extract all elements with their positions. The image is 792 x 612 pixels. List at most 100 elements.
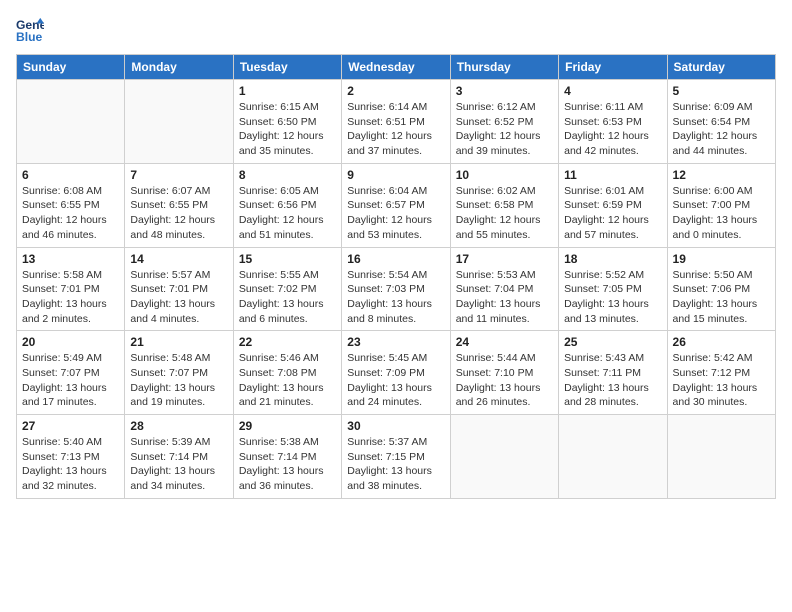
day-number: 23 bbox=[347, 335, 444, 349]
calendar-cell: 21 Sunrise: 5:48 AM Sunset: 7:07 PM Dayli… bbox=[125, 331, 233, 415]
logo-icon: General Blue bbox=[16, 16, 44, 44]
calendar-cell: 24 Sunrise: 5:44 AM Sunset: 7:10 PM Dayli… bbox=[450, 331, 558, 415]
day-detail: Sunrise: 5:48 AM Sunset: 7:07 PM Dayligh… bbox=[130, 351, 227, 410]
day-number: 20 bbox=[22, 335, 119, 349]
day-number: 1 bbox=[239, 84, 336, 98]
calendar-cell bbox=[450, 415, 558, 499]
day-detail: Sunrise: 6:12 AM Sunset: 6:52 PM Dayligh… bbox=[456, 100, 553, 159]
calendar-cell: 18 Sunrise: 5:52 AM Sunset: 7:05 PM Dayli… bbox=[559, 247, 667, 331]
calendar: SundayMondayTuesdayWednesdayThursdayFrid… bbox=[16, 54, 776, 499]
calendar-cell bbox=[667, 415, 775, 499]
day-detail: Sunrise: 5:40 AM Sunset: 7:13 PM Dayligh… bbox=[22, 435, 119, 494]
day-detail: Sunrise: 6:01 AM Sunset: 6:59 PM Dayligh… bbox=[564, 184, 661, 243]
calendar-cell: 30 Sunrise: 5:37 AM Sunset: 7:15 PM Dayli… bbox=[342, 415, 450, 499]
calendar-cell: 17 Sunrise: 5:53 AM Sunset: 7:04 PM Dayli… bbox=[450, 247, 558, 331]
calendar-cell: 11 Sunrise: 6:01 AM Sunset: 6:59 PM Dayli… bbox=[559, 163, 667, 247]
day-detail: Sunrise: 6:02 AM Sunset: 6:58 PM Dayligh… bbox=[456, 184, 553, 243]
day-detail: Sunrise: 6:04 AM Sunset: 6:57 PM Dayligh… bbox=[347, 184, 444, 243]
calendar-week-2: 6 Sunrise: 6:08 AM Sunset: 6:55 PM Daylig… bbox=[17, 163, 776, 247]
day-detail: Sunrise: 6:14 AM Sunset: 6:51 PM Dayligh… bbox=[347, 100, 444, 159]
day-detail: Sunrise: 5:55 AM Sunset: 7:02 PM Dayligh… bbox=[239, 268, 336, 327]
day-number: 16 bbox=[347, 252, 444, 266]
calendar-cell bbox=[559, 415, 667, 499]
header: General Blue bbox=[16, 16, 776, 44]
calendar-cell: 2 Sunrise: 6:14 AM Sunset: 6:51 PM Daylig… bbox=[342, 80, 450, 164]
calendar-cell: 16Sunrise: 5:54 AM Sunset: 7:03 PM Dayli… bbox=[342, 247, 450, 331]
day-detail: Sunrise: 5:43 AM Sunset: 7:11 PM Dayligh… bbox=[564, 351, 661, 410]
day-detail: Sunrise: 6:09 AM Sunset: 6:54 PM Dayligh… bbox=[673, 100, 770, 159]
calendar-cell: 1 Sunrise: 6:15 AM Sunset: 6:50 PM Daylig… bbox=[233, 80, 341, 164]
day-detail: Sunrise: 5:37 AM Sunset: 7:15 PM Dayligh… bbox=[347, 435, 444, 494]
calendar-cell bbox=[125, 80, 233, 164]
calendar-cell: 20 Sunrise: 5:49 AM Sunset: 7:07 PM Dayli… bbox=[17, 331, 125, 415]
calendar-cell: 13Sunrise: 5:58 AM Sunset: 7:01 PM Dayli… bbox=[17, 247, 125, 331]
calendar-cell: 5Sunrise: 6:09 AM Sunset: 6:54 PM Daylig… bbox=[667, 80, 775, 164]
header-sunday: Sunday bbox=[17, 55, 125, 80]
day-number: 19 bbox=[673, 252, 770, 266]
day-number: 29 bbox=[239, 419, 336, 433]
day-number: 27 bbox=[22, 419, 119, 433]
header-wednesday: Wednesday bbox=[342, 55, 450, 80]
day-number: 11 bbox=[564, 168, 661, 182]
calendar-cell: 25Sunrise: 5:43 AM Sunset: 7:11 PM Dayli… bbox=[559, 331, 667, 415]
logo: General Blue bbox=[16, 16, 48, 44]
calendar-cell: 15 Sunrise: 5:55 AM Sunset: 7:02 PM Dayli… bbox=[233, 247, 341, 331]
day-detail: Sunrise: 5:46 AM Sunset: 7:08 PM Dayligh… bbox=[239, 351, 336, 410]
calendar-cell: 26 Sunrise: 5:42 AM Sunset: 7:12 PM Dayli… bbox=[667, 331, 775, 415]
day-detail: Sunrise: 5:39 AM Sunset: 7:14 PM Dayligh… bbox=[130, 435, 227, 494]
header-friday: Friday bbox=[559, 55, 667, 80]
calendar-cell: 9 Sunrise: 6:04 AM Sunset: 6:57 PM Daylig… bbox=[342, 163, 450, 247]
day-number: 17 bbox=[456, 252, 553, 266]
day-detail: Sunrise: 5:53 AM Sunset: 7:04 PM Dayligh… bbox=[456, 268, 553, 327]
calendar-cell bbox=[17, 80, 125, 164]
day-detail: Sunrise: 5:58 AM Sunset: 7:01 PM Dayligh… bbox=[22, 268, 119, 327]
day-number: 3 bbox=[456, 84, 553, 98]
calendar-cell: 27 Sunrise: 5:40 AM Sunset: 7:13 PM Dayli… bbox=[17, 415, 125, 499]
day-number: 14 bbox=[130, 252, 227, 266]
calendar-cell: 6 Sunrise: 6:08 AM Sunset: 6:55 PM Daylig… bbox=[17, 163, 125, 247]
header-thursday: Thursday bbox=[450, 55, 558, 80]
day-number: 26 bbox=[673, 335, 770, 349]
header-saturday: Saturday bbox=[667, 55, 775, 80]
calendar-cell: 22Sunrise: 5:46 AM Sunset: 7:08 PM Dayli… bbox=[233, 331, 341, 415]
day-detail: Sunrise: 5:44 AM Sunset: 7:10 PM Dayligh… bbox=[456, 351, 553, 410]
calendar-cell: 19Sunrise: 5:50 AM Sunset: 7:06 PM Dayli… bbox=[667, 247, 775, 331]
day-detail: Sunrise: 6:08 AM Sunset: 6:55 PM Dayligh… bbox=[22, 184, 119, 243]
day-detail: Sunrise: 5:38 AM Sunset: 7:14 PM Dayligh… bbox=[239, 435, 336, 494]
day-detail: Sunrise: 6:05 AM Sunset: 6:56 PM Dayligh… bbox=[239, 184, 336, 243]
calendar-cell: 10 Sunrise: 6:02 AM Sunset: 6:58 PM Dayli… bbox=[450, 163, 558, 247]
day-number: 30 bbox=[347, 419, 444, 433]
day-detail: Sunrise: 5:57 AM Sunset: 7:01 PM Dayligh… bbox=[130, 268, 227, 327]
day-number: 2 bbox=[347, 84, 444, 98]
day-number: 12 bbox=[673, 168, 770, 182]
day-detail: Sunrise: 5:52 AM Sunset: 7:05 PM Dayligh… bbox=[564, 268, 661, 327]
calendar-cell: 29 Sunrise: 5:38 AM Sunset: 7:14 PM Dayli… bbox=[233, 415, 341, 499]
day-detail: Sunrise: 5:45 AM Sunset: 7:09 PM Dayligh… bbox=[347, 351, 444, 410]
day-number: 15 bbox=[239, 252, 336, 266]
day-detail: Sunrise: 6:15 AM Sunset: 6:50 PM Dayligh… bbox=[239, 100, 336, 159]
day-number: 28 bbox=[130, 419, 227, 433]
calendar-week-4: 20 Sunrise: 5:49 AM Sunset: 7:07 PM Dayli… bbox=[17, 331, 776, 415]
header-monday: Monday bbox=[125, 55, 233, 80]
header-tuesday: Tuesday bbox=[233, 55, 341, 80]
day-number: 4 bbox=[564, 84, 661, 98]
day-number: 8 bbox=[239, 168, 336, 182]
day-number: 21 bbox=[130, 335, 227, 349]
day-detail: Sunrise: 6:11 AM Sunset: 6:53 PM Dayligh… bbox=[564, 100, 661, 159]
day-detail: Sunrise: 5:42 AM Sunset: 7:12 PM Dayligh… bbox=[673, 351, 770, 410]
day-number: 24 bbox=[456, 335, 553, 349]
calendar-week-1: 1 Sunrise: 6:15 AM Sunset: 6:50 PM Daylig… bbox=[17, 80, 776, 164]
calendar-header-row: SundayMondayTuesdayWednesdayThursdayFrid… bbox=[17, 55, 776, 80]
day-number: 18 bbox=[564, 252, 661, 266]
day-detail: Sunrise: 6:00 AM Sunset: 7:00 PM Dayligh… bbox=[673, 184, 770, 243]
day-number: 7 bbox=[130, 168, 227, 182]
calendar-cell: 12 Sunrise: 6:00 AM Sunset: 7:00 PM Dayli… bbox=[667, 163, 775, 247]
day-detail: Sunrise: 5:49 AM Sunset: 7:07 PM Dayligh… bbox=[22, 351, 119, 410]
day-number: 6 bbox=[22, 168, 119, 182]
calendar-cell: 7Sunrise: 6:07 AM Sunset: 6:55 PM Daylig… bbox=[125, 163, 233, 247]
calendar-cell: 3 Sunrise: 6:12 AM Sunset: 6:52 PM Daylig… bbox=[450, 80, 558, 164]
calendar-cell: 14 Sunrise: 5:57 AM Sunset: 7:01 PM Dayli… bbox=[125, 247, 233, 331]
day-number: 10 bbox=[456, 168, 553, 182]
calendar-cell: 28 Sunrise: 5:39 AM Sunset: 7:14 PM Dayli… bbox=[125, 415, 233, 499]
day-number: 9 bbox=[347, 168, 444, 182]
